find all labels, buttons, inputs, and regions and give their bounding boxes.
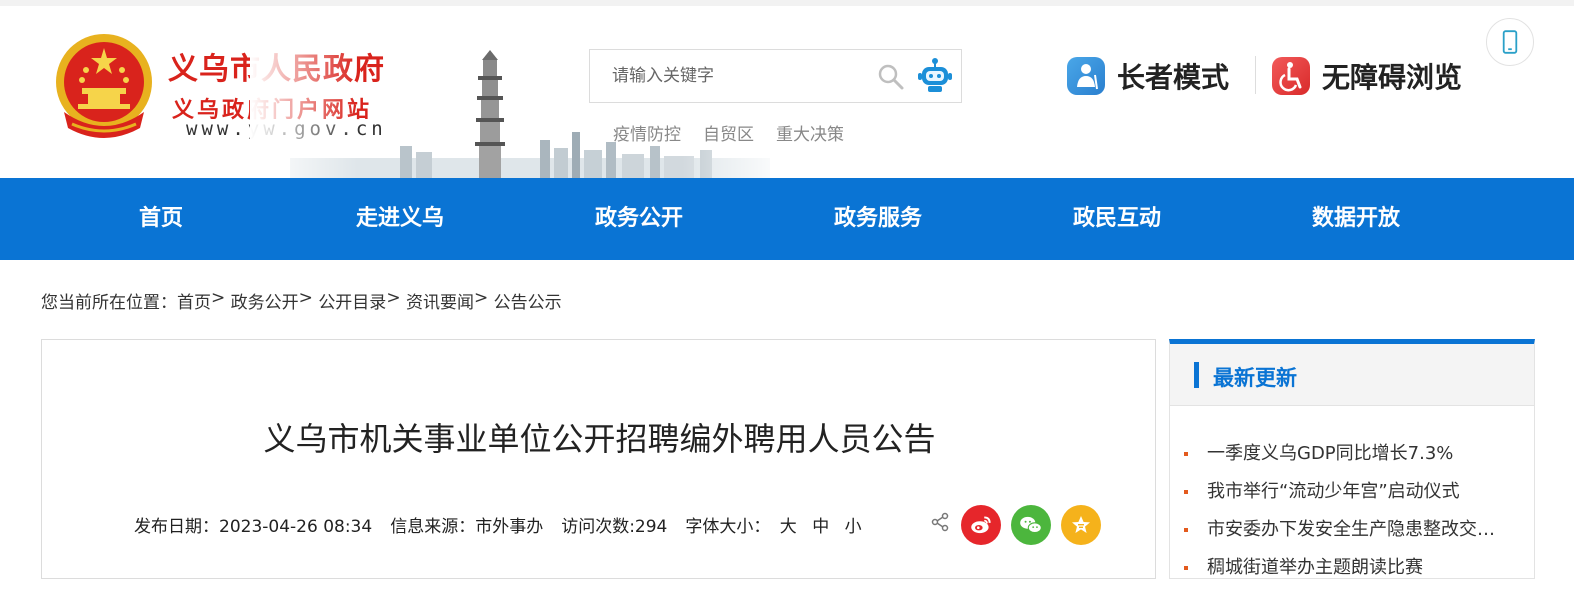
list-item[interactable]: 市安委办下发安全生产隐患整改交办单 xyxy=(1170,518,1534,556)
article-title: 义乌市机关事业单位公开招聘编外聘用人员公告 xyxy=(263,420,936,458)
wechat-icon xyxy=(1020,516,1042,534)
list-item-text: 一季度义乌GDP同比增长7.3% xyxy=(1207,443,1454,464)
share-wechat-button[interactable] xyxy=(1011,505,1051,545)
elder-mode-label: 长者模式 xyxy=(1117,61,1230,94)
info-source: 信息来源：市外事办 xyxy=(390,517,544,537)
hot-link-decisions[interactable]: 重大决策 xyxy=(776,120,844,145)
breadcrumb-separator: > xyxy=(298,288,313,308)
national-emblem-logo xyxy=(56,34,152,138)
breadcrumb-separator: > xyxy=(473,288,489,308)
breadcrumb-separator: > xyxy=(386,288,401,308)
share-weibo-button[interactable] xyxy=(961,505,1001,545)
share-icon[interactable] xyxy=(930,512,950,532)
robot-icon xyxy=(918,58,952,92)
bullet-icon xyxy=(1184,566,1188,570)
visit-count: 访问次数:294 xyxy=(561,517,668,537)
nav-gov-affairs-open[interactable]: 政务公开 xyxy=(578,178,700,260)
nav-interaction[interactable]: 政民互动 xyxy=(1056,178,1178,260)
accessibility-button[interactable]: 无障碍浏览 xyxy=(1272,54,1462,98)
breadcrumb-notices[interactable]: 公告公示 xyxy=(494,288,562,313)
latest-updates-title: 最新更新 xyxy=(1213,366,1297,390)
latest-updates-header: 最新更新 xyxy=(1170,344,1534,406)
wheelchair-icon xyxy=(1272,57,1310,95)
main-nav: 首页 走进义乌 政务公开 政务服务 政民互动 数据开放 xyxy=(0,178,1574,260)
list-item-text: 市安委办下发安全生产隐患整改交办单 xyxy=(1207,519,1513,540)
breadcrumb: 您当前所在位置： 首页 > 政务公开 > 公开目录 > 资讯要闻 > 公告公示 xyxy=(41,288,562,313)
font-size-large[interactable]: 大 xyxy=(780,517,797,537)
font-size-control: 字体大小： 大 中 小 xyxy=(685,512,861,537)
search-input[interactable] xyxy=(590,50,870,102)
list-item[interactable]: 一季度义乌GDP同比增长7.3% xyxy=(1170,442,1534,480)
header-divider xyxy=(1255,56,1256,94)
breadcrumb-separator: > xyxy=(211,288,226,308)
bullet-icon xyxy=(1184,452,1188,456)
nav-open-data[interactable]: 数据开放 xyxy=(1295,178,1417,260)
font-size-small[interactable]: 小 xyxy=(845,517,862,537)
site-header: 义乌市人民政府 义乌政府门户网站 www.yw.gov.cn xyxy=(0,6,1574,184)
accessibility-label: 无障碍浏览 xyxy=(1322,61,1463,94)
font-size-label: 字体大小： xyxy=(685,517,771,537)
elder-mode-icon xyxy=(1067,57,1105,95)
mobile-version-button[interactable] xyxy=(1486,18,1534,66)
list-item[interactable]: 我市举行“流动少年宫”启动仪式 xyxy=(1170,480,1534,518)
breadcrumb-news[interactable]: 资讯要闻 xyxy=(406,288,474,313)
favorite-button[interactable] xyxy=(1061,505,1101,545)
breadcrumb-gov-affairs[interactable]: 政务公开 xyxy=(231,288,299,313)
font-size-medium[interactable]: 中 xyxy=(812,517,829,537)
latest-updates-list: 一季度义乌GDP同比增长7.3% 我市举行“流动少年宫”启动仪式 市安委办下发安… xyxy=(1170,442,1534,594)
bullet-icon xyxy=(1184,528,1188,532)
nav-about-yiwu[interactable]: 走进义乌 xyxy=(339,178,461,260)
list-item[interactable]: 稠城街道举办主题朗读比赛 xyxy=(1170,556,1534,594)
search-icon[interactable] xyxy=(876,62,906,92)
hot-links: 疫情防控 自贸区 重大决策 xyxy=(613,120,844,145)
breadcrumb-home[interactable]: 首页 xyxy=(177,288,211,313)
article-panel: 义乌市机关事业单位公开招聘编外聘用人员公告 发布日期：2023-04-26 08… xyxy=(41,339,1156,579)
star-icon xyxy=(1072,516,1090,533)
list-item-text: 稠城街道举办主题朗读比赛 xyxy=(1207,557,1423,578)
article-meta: 发布日期：2023-04-26 08:34 信息来源：市外事办 访问次数:294… xyxy=(134,512,862,537)
elder-mode-button[interactable]: 长者模式 xyxy=(1067,54,1229,98)
search-box xyxy=(589,49,909,103)
mobile-phone-icon xyxy=(1502,30,1518,54)
publish-date: 发布日期：2023-04-26 08:34 xyxy=(134,517,373,537)
latest-updates-panel: 最新更新 一季度义乌GDP同比增长7.3% 我市举行“流动少年宫”启动仪式 市安… xyxy=(1169,339,1535,579)
hot-link-ftz[interactable]: 自贸区 xyxy=(703,120,754,145)
nav-home[interactable]: 首页 xyxy=(100,178,222,260)
hot-link-epidemic[interactable]: 疫情防控 xyxy=(613,120,681,145)
weibo-icon xyxy=(971,516,991,534)
nav-gov-services[interactable]: 政务服务 xyxy=(817,178,939,260)
list-item-text: 我市举行“流动少年宫”启动仪式 xyxy=(1207,481,1460,502)
ai-assistant-button[interactable] xyxy=(908,49,962,103)
breadcrumb-prefix: 您当前所在位置： xyxy=(41,293,177,313)
bullet-icon xyxy=(1184,490,1188,494)
breadcrumb-catalog[interactable]: 公开目录 xyxy=(318,288,386,313)
title-accent-bar xyxy=(1194,362,1199,388)
